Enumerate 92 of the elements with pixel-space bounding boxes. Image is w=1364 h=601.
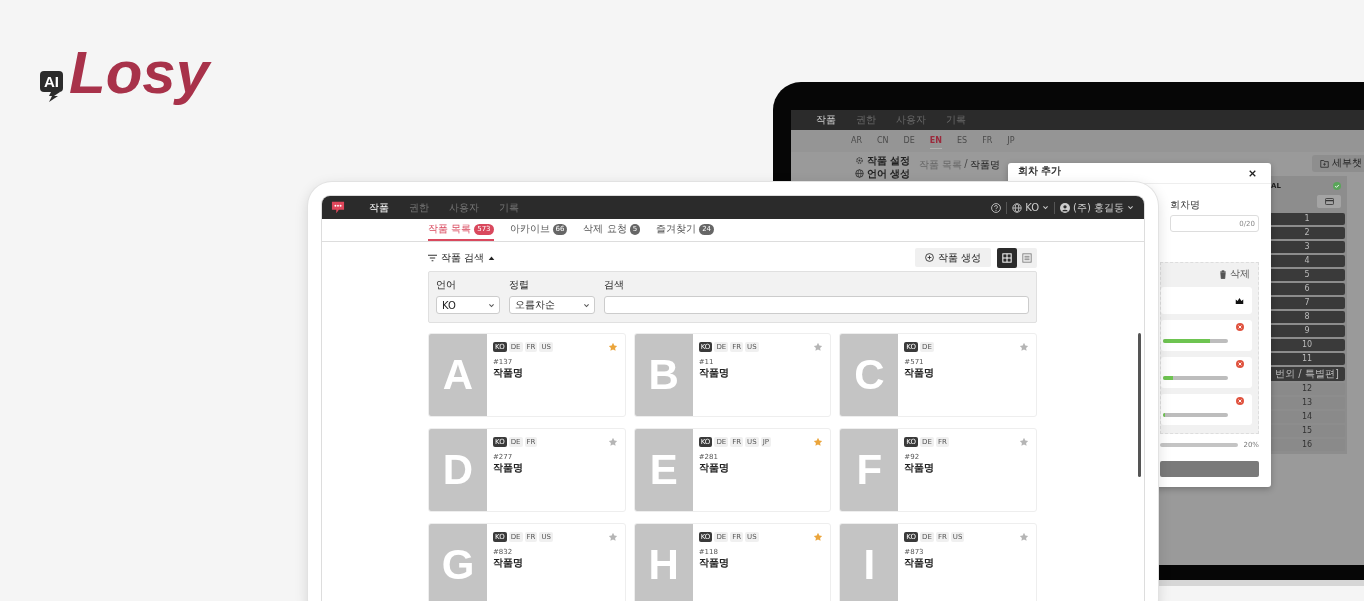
episode-item[interactable]: 번외 / 특별편] <box>1269 367 1345 381</box>
episode-item[interactable]: 4 <box>1269 255 1345 267</box>
cover-image: C <box>840 334 899 416</box>
cover-image: B <box>634 334 693 416</box>
icon-button[interactable] <box>1317 195 1341 208</box>
grid-icon <box>1002 252 1012 263</box>
work-title: 작품명 <box>493 556 524 570</box>
episode-item[interactable]: 6 <box>1269 283 1345 295</box>
star-icon[interactable] <box>813 532 824 542</box>
list-icon <box>1022 252 1032 263</box>
check-circle-icon <box>1333 182 1341 190</box>
star-icon[interactable] <box>607 342 618 352</box>
caret-icon <box>1042 204 1049 211</box>
dialog-title: 회차 추가 <box>1018 164 1062 178</box>
card-icon <box>1324 198 1334 205</box>
caret-icon <box>488 301 495 309</box>
cover-image: G <box>429 524 487 601</box>
brand-name: Losy <box>69 40 210 106</box>
star-icon[interactable] <box>1019 342 1029 352</box>
sidebar-item[interactable]: 언어 생성 <box>855 167 919 180</box>
remove-icon[interactable] <box>1236 323 1244 331</box>
cover-image: E <box>634 429 693 511</box>
work-title: 작품명 <box>698 556 730 570</box>
close-icon <box>1249 169 1256 177</box>
sidebar-item[interactable]: 작품 설정 <box>855 154 919 167</box>
star-icon[interactable] <box>1019 437 1029 447</box>
cover-image: D <box>429 429 487 511</box>
language-tab[interactable]: CN <box>877 133 889 149</box>
remove-icon[interactable] <box>1236 397 1244 405</box>
subset-button[interactable]: 세부챗 <box>1312 154 1364 172</box>
work-title: 작품명 <box>904 461 936 475</box>
remove-icon[interactable] <box>1236 360 1244 368</box>
star-icon[interactable] <box>813 437 824 447</box>
work-title: 작품명 <box>698 461 730 475</box>
chat-logo-icon[interactable] <box>331 201 345 214</box>
breadcrumb-current: 작품명 <box>969 158 1000 172</box>
user-menu[interactable]: (주) 홍길동 <box>1060 200 1134 215</box>
grid-view-button[interactable] <box>997 247 1017 268</box>
sort-select[interactable]: 오름차순 <box>509 296 595 314</box>
delete-button[interactable]: 삭제 <box>1217 267 1252 281</box>
episode-item[interactable]: 3 <box>1269 241 1345 253</box>
field-label: 정렬 <box>509 278 530 292</box>
cover-image: A <box>429 334 487 416</box>
episode-item[interactable]: 9 <box>1269 325 1345 337</box>
cover-image: I <box>840 524 899 601</box>
episode-item[interactable]: 10 <box>1269 339 1345 351</box>
caret-icon <box>583 301 590 309</box>
episode-item[interactable]: 1 <box>1269 213 1345 225</box>
nav-item[interactable]: 작품 <box>816 113 836 127</box>
filter-icon <box>428 253 437 262</box>
trash-icon <box>1219 269 1227 279</box>
work-title: 작품명 <box>698 366 730 380</box>
user-icon <box>1060 202 1070 213</box>
cover-image: H <box>634 524 693 601</box>
field-label: 언어 <box>436 278 457 292</box>
submit-button[interactable] <box>1160 461 1259 477</box>
language-select[interactable]: KO <box>436 296 500 314</box>
help-icon[interactable] <box>991 202 1002 213</box>
folder-plus-icon <box>1320 158 1329 168</box>
episode-item[interactable]: 7 <box>1269 297 1345 309</box>
field-label: 검색 <box>604 278 625 292</box>
globe-icon <box>855 169 864 178</box>
field-label: 회차명 <box>1170 198 1201 212</box>
work-title: 작품명 <box>493 461 524 475</box>
work-title: 작품명 <box>904 366 936 380</box>
nav-item[interactable]: 권한 <box>409 200 429 215</box>
episode-item[interactable]: 11 <box>1269 353 1345 365</box>
crown-icon <box>1235 297 1244 304</box>
work-title: 작품명 <box>904 556 936 570</box>
plus-circle-icon <box>924 253 934 262</box>
nav-item[interactable]: 사용자 <box>449 200 479 215</box>
star-icon[interactable] <box>607 532 618 542</box>
up-caret-icon <box>488 254 496 261</box>
scrollbar-thumb[interactable] <box>1138 333 1141 477</box>
nav-item[interactable]: 작품 <box>369 200 389 215</box>
episode-item[interactable]: 5 <box>1269 269 1345 281</box>
globe-icon <box>1012 202 1023 213</box>
episode-item[interactable]: 2 <box>1269 227 1345 239</box>
cover-image: F <box>840 429 899 511</box>
nav-item[interactable]: 기록 <box>499 200 519 215</box>
gear-icon <box>855 156 864 165</box>
create-button[interactable]: 작품 생성 <box>914 248 991 267</box>
episode-item[interactable]: 8 <box>1269 311 1345 323</box>
search-toggle[interactable]: 작품 검색 <box>428 250 496 265</box>
star-icon[interactable] <box>607 437 618 447</box>
search-field[interactable] <box>604 296 1029 314</box>
star-icon[interactable] <box>1019 532 1029 542</box>
caret-icon <box>1127 204 1134 211</box>
star-icon[interactable] <box>813 342 824 352</box>
breadcrumb-separator: / <box>964 158 968 171</box>
language-menu[interactable]: KO <box>1012 202 1049 213</box>
work-title: 작품명 <box>493 366 524 380</box>
